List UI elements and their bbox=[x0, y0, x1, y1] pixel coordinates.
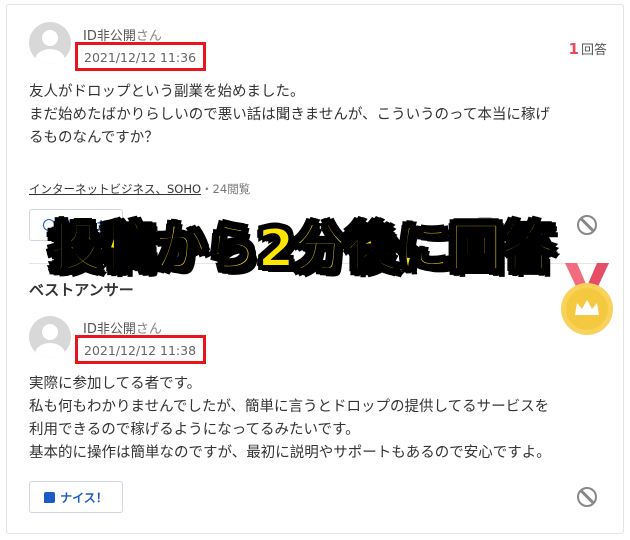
question-body-line: 友人がドロップという副業を始めました。 bbox=[29, 84, 305, 100]
answer-count-label: 回答 bbox=[580, 43, 607, 58]
report-icon[interactable] bbox=[577, 215, 597, 235]
question-body-line: まだ始めたばかりらしいので悪い話は聞きませんが、こういうのって本当に稼げ bbox=[29, 107, 550, 123]
answer-datetime-highlight: 2021/12/12 11:38 bbox=[75, 335, 206, 364]
question-body-line: るものなんですか？ bbox=[29, 130, 159, 146]
thumbs-up-icon bbox=[44, 491, 56, 503]
answer-datetime: 2021/12/12 11:38 bbox=[84, 343, 197, 358]
nice-button-label: ナイス！ bbox=[60, 490, 108, 505]
answer-body-line: 実際に参加してる者です。 bbox=[29, 376, 202, 392]
answer-body-line: 基本的に操作は簡単なのですが、最初に説明やサポートもあるので安心ですよ。 bbox=[29, 445, 551, 461]
question-avatar[interactable] bbox=[29, 22, 71, 64]
category-link[interactable]: インターネットビジネス、SOHO bbox=[29, 182, 201, 196]
view-count: ・24閲覧 bbox=[201, 182, 251, 196]
answer-body-line: 私も何もわかりませんでしたが、簡単に言うとドロップの提供してるサービスを bbox=[29, 399, 550, 415]
answer-avatar[interactable] bbox=[29, 316, 71, 358]
answer-body-line: 利用できるので稼げるようになってるみたいです。 bbox=[29, 422, 360, 438]
question-datetime: 2021/12/12 11:36 bbox=[84, 50, 197, 65]
answer-body: 実際に参加してる者です。 私も何もわかりませんでしたが、簡単に言うとドロップの提… bbox=[29, 373, 614, 465]
question-datetime-highlight: 2021/12/12 11:36 bbox=[75, 42, 206, 71]
best-answer-label: ベストアンサー bbox=[29, 281, 134, 299]
answer-count-number: 1 bbox=[568, 40, 579, 58]
nice-button[interactable]: ナイス！ bbox=[29, 481, 123, 513]
answer-count: 1 回答 bbox=[569, 39, 607, 58]
report-icon[interactable] bbox=[577, 487, 597, 507]
question-category: インターネットビジネス、SOHO・24閲覧 bbox=[29, 181, 250, 197]
question-body: 友人がドロップという副業を始めました。 まだ始めたばかりらしいので悪い話は聞きま… bbox=[29, 81, 614, 150]
overlay-caption: 投稿から2分後に回答 bbox=[49, 218, 555, 280]
best-answer-medal-icon bbox=[561, 263, 613, 335]
